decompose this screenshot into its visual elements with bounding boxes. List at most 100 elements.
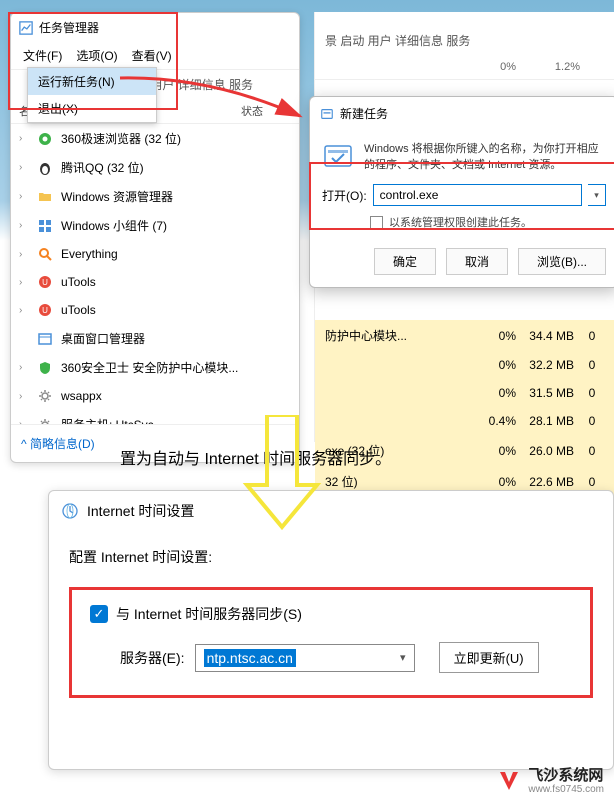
disk-val: 0 — [580, 329, 604, 343]
memory-mb: 28.1 MB — [516, 414, 580, 428]
process-metrics-row[interactable]: 防护中心模块...0%34.4 MB0 — [315, 320, 614, 351]
process-row[interactable]: ›Windows 小组件 (7) — [11, 211, 299, 240]
search-icon — [37, 246, 53, 262]
disk-val: 0 — [580, 475, 604, 489]
server-value: ntp.ntsc.ac.cn — [204, 649, 296, 667]
watermark: 飞沙系统网 www.fs0745.com — [496, 768, 604, 796]
disk-val: 0 — [580, 386, 604, 400]
svg-text:U: U — [42, 278, 48, 287]
disk-val: 0 — [580, 444, 604, 458]
internet-time-dialog: Internet 时间设置 配置 Internet 时间设置: ✓ 与 Inte… — [48, 490, 614, 770]
admin-checkbox[interactable] — [370, 216, 383, 229]
cpu-pct: 0% — [472, 475, 516, 489]
process-name: 360极速浏览器 (32 位) — [61, 130, 181, 147]
disk-val: 0 — [580, 414, 604, 428]
brief-info-link[interactable]: ^ 简略信息(D) — [21, 437, 95, 451]
process-metrics-row[interactable]: 0%31.5 MB0 — [315, 379, 614, 407]
expand-icon[interactable]: › — [19, 133, 29, 144]
expand-icon[interactable]: › — [19, 305, 29, 316]
process-row[interactable]: ›Everything — [11, 240, 299, 268]
taskmgr-icon — [19, 21, 33, 35]
folder-icon — [37, 189, 53, 205]
process-name-partial: 防护中心模块... — [325, 327, 472, 344]
menu-file[interactable]: 文件(F) — [17, 44, 68, 67]
task-manager-title: 任务管理器 — [39, 19, 99, 36]
menu-view[interactable]: 查看(V) — [126, 44, 178, 67]
time-config-heading: 配置 Internet 时间设置: — [69, 547, 593, 567]
process-name: uTools — [61, 275, 96, 289]
process-row[interactable]: › UuTools — [11, 296, 299, 324]
window-icon — [37, 331, 53, 347]
sync-check-label: 与 Internet 时间服务器同步(S) — [116, 604, 302, 624]
memory-mb: 26.0 MB — [516, 444, 580, 458]
run-title: 新建任务 — [340, 105, 388, 122]
server-label: 服务器(E): — [120, 648, 185, 668]
widget-icon — [37, 218, 53, 234]
process-name: Windows 资源管理器 — [61, 188, 173, 205]
server-select[interactable]: ntp.ntsc.ac.cn ▾ — [195, 644, 415, 672]
process-metrics-row[interactable]: 0.4%28.1 MB0 — [315, 407, 614, 435]
menu-run-new-task[interactable]: 运行新任务(N) — [28, 68, 156, 95]
sync-checkbox[interactable]: ✓ — [90, 605, 108, 623]
highlight-sync-group: ✓ 与 Internet 时间服务器同步(S) 服务器(E): ntp.ntsc… — [69, 587, 593, 698]
expand-icon[interactable]: › — [19, 162, 29, 173]
process-row[interactable]: › UuTools — [11, 268, 299, 296]
run-icon — [320, 107, 334, 121]
time-titlebar: Internet 时间设置 — [49, 491, 613, 531]
process-row[interactable]: ›360安全卫士 安全防护中心模块... — [11, 353, 299, 382]
cpu-pct: 0% — [472, 358, 516, 372]
shield-icon — [37, 360, 53, 376]
process-row[interactable]: ›wsappx — [11, 382, 299, 410]
run-open-label: 打开(O): — [322, 187, 367, 204]
expand-icon[interactable]: › — [19, 220, 29, 231]
process-name: 腾讯QQ (32 位) — [61, 159, 144, 176]
time-dialog-title: Internet 时间设置 — [87, 501, 194, 521]
ok-button[interactable]: 确定 — [374, 248, 436, 275]
dropdown-icon[interactable]: ▾ — [588, 184, 606, 206]
process-row[interactable]: › 腾讯QQ (32 位) — [11, 153, 299, 182]
cpu-pct: 0% — [472, 386, 516, 400]
svg-text:U: U — [42, 306, 48, 315]
run-description: Windows 将根据你所键入的名称，为你打开相应的程序、文件夹、文档或 Int… — [364, 140, 606, 172]
disk-val: 0 — [580, 358, 604, 372]
process-metrics-row[interactable]: 0%32.2 MB0 — [315, 351, 614, 379]
process-row[interactable]: › 360极速浏览器 (32 位) — [11, 124, 299, 153]
browser-icon — [37, 131, 53, 147]
tabs-right: 景 启动 用户 详细信息 服务 — [315, 12, 614, 55]
cpu-pct: 0% — [472, 444, 516, 458]
run-desc-icon — [322, 140, 354, 172]
process-name-partial: 32 位) — [325, 473, 472, 490]
cancel-button[interactable]: 取消 — [446, 248, 508, 275]
process-list[interactable]: › 360极速浏览器 (32 位) › 腾讯QQ (32 位) › Windows 资源管… — [11, 124, 299, 424]
expand-icon[interactable]: › — [19, 391, 29, 402]
expand-icon[interactable]: › — [19, 191, 29, 202]
process-row[interactable]: ›服务主机: UtcSvc — [11, 410, 299, 424]
memory-mb: 32.2 MB — [516, 358, 580, 372]
process-row[interactable]: 桌面窗口管理器 — [11, 324, 299, 353]
memory-mb: 34.4 MB — [516, 329, 580, 343]
cpu-pct: 0% — [472, 329, 516, 343]
globe-clock-icon — [61, 502, 79, 520]
process-row[interactable]: › Windows 资源管理器 — [11, 182, 299, 211]
col-status[interactable]: 状态 — [241, 103, 291, 119]
menu-options[interactable]: 选项(O) — [70, 44, 123, 67]
watermark-title: 飞沙系统网 — [528, 768, 604, 785]
process-name: 桌面窗口管理器 — [61, 330, 145, 347]
task-manager-window: 任务管理器 文件(F) 选项(O) 查看(V) 运行新任务(N) 退出(X) —… — [10, 12, 300, 463]
menu-exit[interactable]: 退出(X) — [28, 95, 156, 122]
memory-mb: 31.5 MB — [516, 386, 580, 400]
cpu-pct: 0.4% — [472, 414, 516, 428]
expand-icon[interactable]: › — [19, 362, 29, 373]
chevron-down-icon: ▾ — [400, 651, 406, 664]
run-open-input[interactable] — [373, 184, 582, 206]
utools-icon: U — [37, 274, 53, 290]
expand-icon[interactable]: › — [19, 277, 29, 288]
penguin-icon — [37, 160, 53, 176]
task-manager-menubar: 文件(F) 选项(O) 查看(V) — [11, 42, 299, 70]
process-name: uTools — [61, 303, 96, 317]
browse-button[interactable]: 浏览(B)... — [518, 248, 606, 275]
utools-icon: U — [37, 302, 53, 318]
expand-icon[interactable]: › — [19, 249, 29, 260]
update-now-button[interactable]: 立即更新(U) — [439, 642, 539, 673]
expand-icon[interactable]: › — [19, 419, 29, 424]
